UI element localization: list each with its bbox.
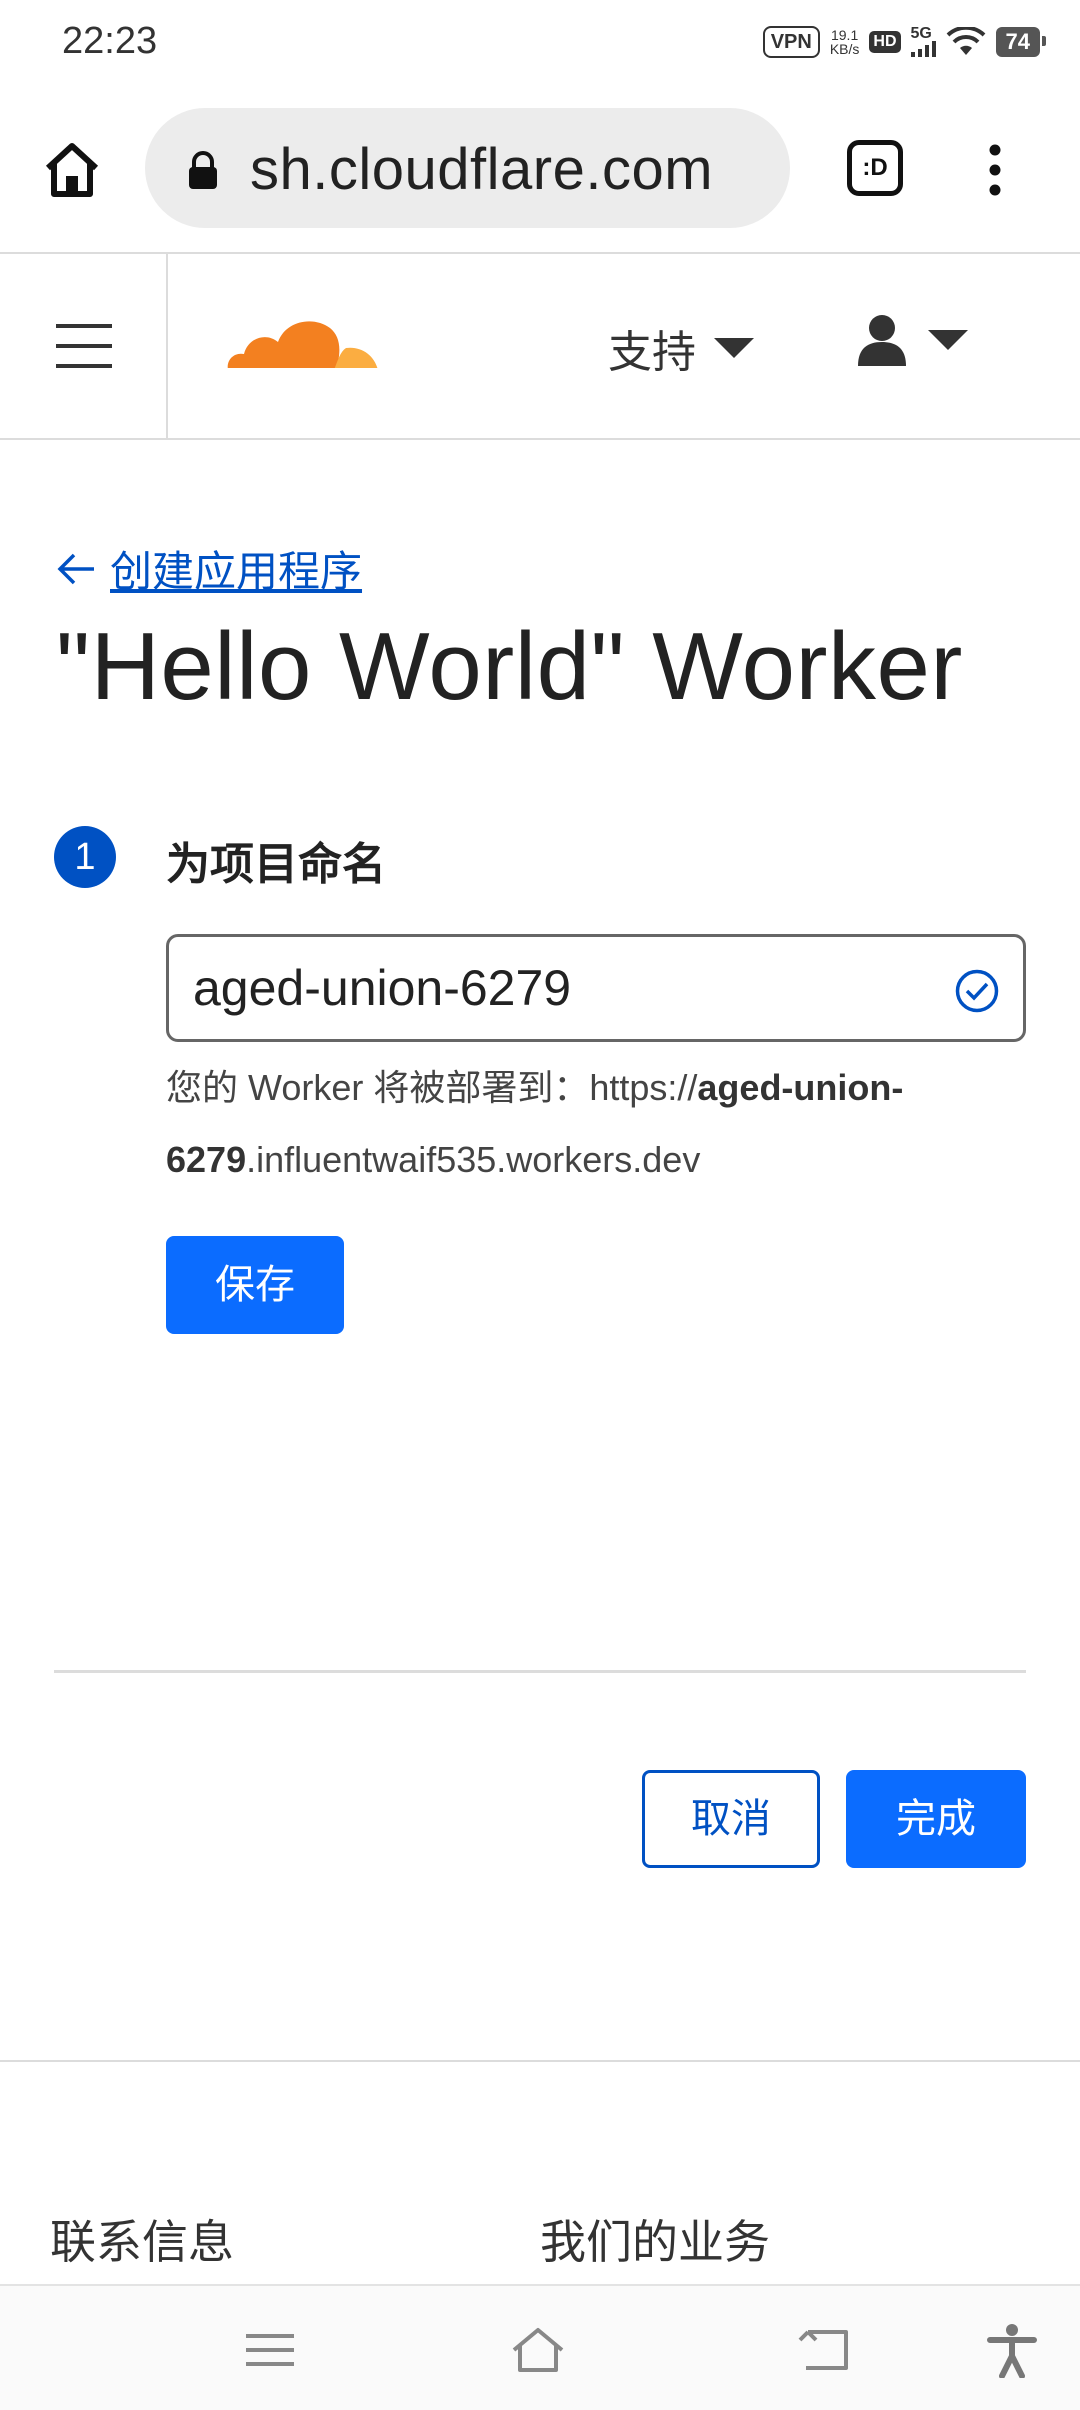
- support-dropdown[interactable]: 支持: [608, 316, 754, 380]
- cancel-button[interactable]: 取消: [642, 1770, 820, 1868]
- status-bar: 22:23 VPN 19.1 KB/s HD 5G 74: [0, 0, 1080, 90]
- home-icon[interactable]: [42, 140, 102, 200]
- system-navigation-bar: [0, 2284, 1080, 2410]
- wifi-icon: [946, 27, 985, 55]
- page-title: "Hello World" Worker: [56, 613, 963, 720]
- battery-icon: 74: [995, 27, 1047, 57]
- footer-business-heading: 我们的业务: [540, 2216, 770, 2268]
- deploy-url-info: 您的 Worker 将被部署到：https://aged-union- 6279.…: [166, 1067, 904, 1180]
- step-number-badge: 1: [54, 826, 116, 888]
- tab-switcher-button[interactable]: :D: [847, 140, 903, 196]
- more-options-icon[interactable]: [980, 140, 1010, 200]
- back-link-label: 创建应用程序: [110, 548, 363, 595]
- hamburger-icon: [56, 324, 112, 368]
- user-icon: [858, 315, 906, 366]
- account-dropdown[interactable]: [858, 314, 968, 366]
- accessibility-icon[interactable]: [984, 2322, 1040, 2378]
- url-text: sh.cloudflare.com: [250, 137, 714, 202]
- save-button[interactable]: 保存: [166, 1236, 344, 1334]
- check-circle-icon: [955, 969, 999, 1013]
- status-time: 22:23: [62, 20, 158, 62]
- cloudflare-logo[interactable]: [222, 298, 382, 378]
- status-icons: VPN 19.1 KB/s HD 5G 74: [762, 22, 1047, 62]
- footer-divider: [0, 2060, 1080, 2062]
- project-name-input[interactable]: [193, 955, 893, 1021]
- signal-icon: 5G: [910, 26, 936, 57]
- back-nav-icon[interactable]: [798, 2322, 854, 2378]
- step-title: 为项目命名: [166, 840, 386, 889]
- project-name-field[interactable]: [166, 934, 1026, 1042]
- network-speed: 19.1 KB/s: [829, 27, 860, 57]
- home-nav-icon[interactable]: [510, 2322, 566, 2378]
- menu-button[interactable]: [0, 254, 168, 438]
- browser-toolbar: sh.cloudflare.com :D: [0, 90, 1080, 254]
- caret-down-icon: [928, 330, 968, 350]
- support-label: 支持: [608, 328, 696, 377]
- caret-down-icon: [714, 338, 754, 358]
- site-header: 支持: [0, 254, 1080, 440]
- lock-icon: [189, 151, 217, 189]
- hd-icon: HD: [869, 31, 901, 53]
- back-link[interactable]: 创建应用程序: [56, 538, 362, 599]
- divider: [54, 1670, 1026, 1673]
- arrow-left-icon: [57, 553, 94, 584]
- done-button[interactable]: 完成: [846, 1770, 1026, 1868]
- footer-contact-heading: 联系信息: [50, 2216, 234, 2268]
- vpn-icon: VPN: [762, 26, 820, 58]
- recent-apps-icon[interactable]: [242, 2322, 298, 2378]
- address-bar[interactable]: sh.cloudflare.com: [145, 108, 790, 228]
